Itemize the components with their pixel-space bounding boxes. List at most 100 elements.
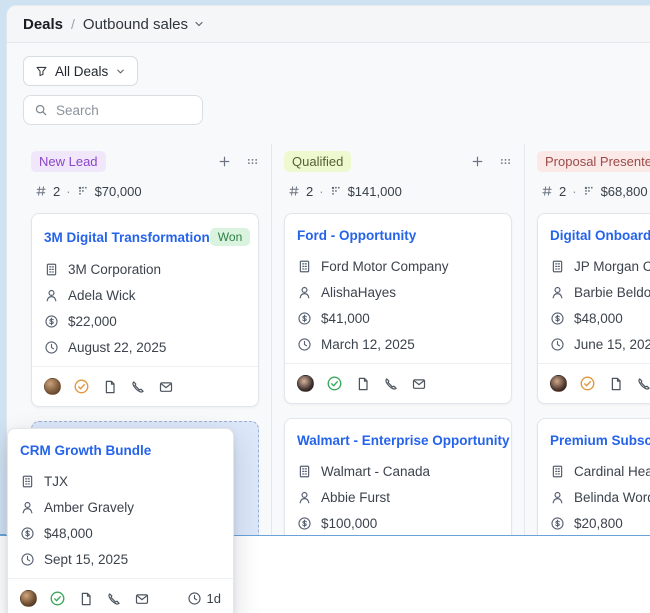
- deal-title[interactable]: CRM Growth Bundle: [20, 443, 151, 458]
- clock-icon: [44, 340, 59, 355]
- chevron-down-icon: [115, 66, 126, 77]
- column-menu-icon[interactable]: [246, 155, 259, 168]
- filter-button-label: All Deals: [55, 63, 109, 79]
- currency-icon: [297, 311, 312, 326]
- column-stats: 2 · $68,800: [537, 181, 650, 201]
- stage-badge[interactable]: Proposal Presented: [537, 150, 650, 172]
- company-name: JP Morgan Chase: [574, 258, 650, 274]
- currency-icon: [297, 516, 312, 531]
- currency-icon: [44, 314, 59, 329]
- age-label: 1d: [206, 591, 221, 606]
- company-name: TJX: [44, 473, 69, 489]
- phone-icon[interactable]: [130, 379, 146, 395]
- search-input[interactable]: [56, 102, 192, 118]
- column-count: 2: [53, 183, 61, 199]
- currency-icon: [550, 311, 565, 326]
- file-icon[interactable]: [355, 376, 371, 392]
- person-icon: [44, 288, 59, 303]
- person-icon: [550, 490, 565, 505]
- close-date: August 22, 2025: [68, 339, 167, 355]
- phone-icon[interactable]: [383, 376, 399, 392]
- chevron-down-icon: [193, 18, 205, 30]
- avatar[interactable]: [550, 375, 567, 392]
- column-header: Proposal Presented: [537, 149, 650, 173]
- deals-board-page: Deals / Outbound sales All Deals New Lea…: [0, 0, 650, 613]
- stage-badge[interactable]: New Lead: [31, 150, 106, 172]
- deal-title[interactable]: Ford - Opportunity: [297, 228, 416, 243]
- contact-name: Amber Gravely: [44, 499, 135, 515]
- check-circle-icon[interactable]: [326, 375, 343, 392]
- building-icon: [44, 262, 59, 277]
- deal-card[interactable]: 3M Digital Transformation Won 3M Corpora…: [31, 213, 259, 407]
- mail-icon[interactable]: [158, 379, 174, 395]
- column-divider: [271, 144, 272, 535]
- deal-card[interactable]: Ford - Opportunity Ford Motor Company Al…: [284, 213, 512, 404]
- search-box[interactable]: [23, 95, 203, 125]
- sum-grid-icon: [583, 185, 595, 197]
- building-icon: [297, 464, 312, 479]
- contact-name: Abbie Furst: [321, 489, 391, 505]
- check-circle-icon[interactable]: [73, 378, 90, 395]
- column-menu-icon[interactable]: [499, 155, 512, 168]
- avatar[interactable]: [20, 590, 37, 607]
- filter-icon: [35, 65, 48, 78]
- breadcrumb-separator: /: [71, 16, 75, 32]
- contact-name: AlishaHayes: [321, 284, 397, 300]
- hash-icon: [35, 185, 47, 197]
- hash-icon: [541, 185, 553, 197]
- clock-icon: [550, 337, 565, 352]
- deal-card[interactable]: Digital Onboarding JP Morgan Chase Barbi…: [537, 213, 650, 404]
- file-icon[interactable]: [102, 379, 118, 395]
- hash-icon: [288, 185, 300, 197]
- clock-icon: [187, 591, 202, 606]
- breadcrumb: Deals / Outbound sales: [7, 6, 650, 43]
- file-icon[interactable]: [608, 376, 624, 392]
- deal-title[interactable]: Walmart - Enterprise Opportunity: [297, 433, 510, 448]
- building-icon: [550, 259, 565, 274]
- contact-name: Belinda Wordsworth: [574, 489, 650, 505]
- close-date: June 15, 2025: [574, 336, 650, 352]
- check-circle-icon[interactable]: [49, 590, 66, 607]
- add-card-button[interactable]: [471, 155, 484, 168]
- deal-amount: $20,800: [574, 515, 623, 531]
- contact-name: Adela Wick: [68, 287, 136, 303]
- file-icon[interactable]: [78, 591, 94, 607]
- column-count: 2: [559, 183, 567, 199]
- deal-card[interactable]: Walmart - Enterprise Opportunity Walmart…: [284, 418, 512, 535]
- dragged-card[interactable]: CRM Growth Bundle TJX Amber Gravely $48,…: [7, 428, 234, 613]
- breadcrumb-deals[interactable]: Deals: [23, 16, 63, 33]
- deal-amount: $48,000: [44, 525, 93, 541]
- column-total: $70,000: [94, 183, 142, 199]
- deal-card[interactable]: Premium Subscription Cardinal Health Bel…: [537, 418, 650, 535]
- add-card-button[interactable]: [218, 155, 231, 168]
- filter-button[interactable]: All Deals: [23, 56, 139, 86]
- mail-icon[interactable]: [411, 376, 427, 392]
- column-total: $68,800: [600, 183, 648, 199]
- column-total: $141,000: [347, 183, 402, 199]
- check-circle-icon[interactable]: [579, 375, 596, 392]
- column-stats: 2 · $70,000: [31, 181, 259, 201]
- avatar[interactable]: [297, 375, 314, 392]
- mail-icon[interactable]: [134, 591, 150, 607]
- avatar[interactable]: [44, 378, 61, 395]
- close-date: Sept 15, 2025: [44, 551, 129, 567]
- deal-title[interactable]: 3M Digital Transformation: [44, 230, 210, 245]
- contact-name: Barbie Beldon: [574, 284, 650, 300]
- phone-icon[interactable]: [106, 591, 122, 607]
- deal-title[interactable]: Digital Onboarding: [550, 228, 650, 243]
- breadcrumb-view-selector[interactable]: Outbound sales: [83, 16, 205, 33]
- deal-amount: $22,000: [68, 313, 117, 329]
- phone-icon[interactable]: [636, 376, 650, 392]
- building-icon: [297, 259, 312, 274]
- company-name: Walmart - Canada: [321, 463, 431, 479]
- currency-icon: [550, 516, 565, 531]
- deal-amount: $100,000: [321, 515, 378, 531]
- stage-badge[interactable]: Qualified: [284, 150, 352, 172]
- column-proposal-presented: Proposal Presented 2 · $68,800 Digital O…: [537, 149, 650, 535]
- breadcrumb-view-label: Outbound sales: [82, 15, 188, 33]
- status-badge: Won: [209, 228, 251, 246]
- clock-icon: [20, 552, 35, 567]
- company-name: Ford Motor Company: [321, 258, 449, 274]
- currency-icon: [20, 526, 35, 541]
- deal-title[interactable]: Premium Subscription: [550, 433, 650, 448]
